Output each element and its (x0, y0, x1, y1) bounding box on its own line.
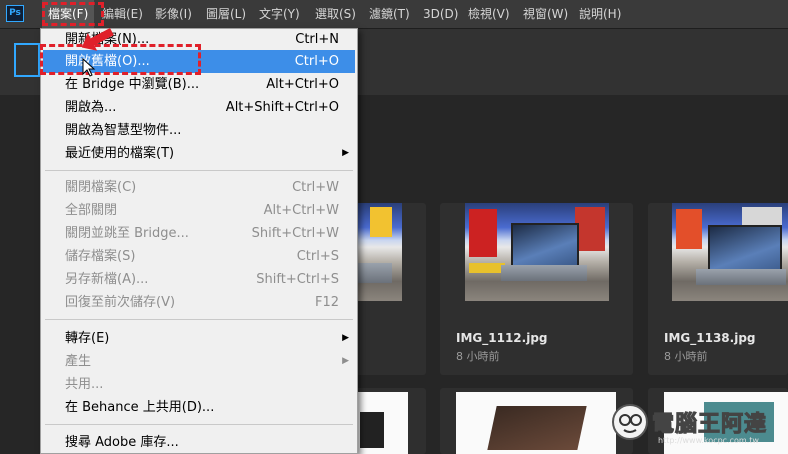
file-thumbnail (465, 203, 609, 301)
menu-item-close-all[interactable]: 全部關閉 Alt+Ctrl+W (43, 199, 355, 222)
menu-item-close-and-go-to-bridge[interactable]: 關閉並跳至 Bridge... Shift+Ctrl+W (43, 222, 355, 245)
file-thumbnail (672, 203, 788, 301)
menu-image[interactable]: 影像(I) (149, 0, 198, 28)
menu-item-share-on-behance[interactable]: 在 Behance 上共用(D)... (43, 396, 355, 419)
menu-item-share[interactable]: 共用... (43, 373, 355, 396)
menu-select[interactable]: 選取(S) (309, 0, 362, 28)
recent-file-card[interactable] (440, 388, 633, 454)
file-name: IMG_1112.jpg (456, 331, 548, 345)
menu-item-revert[interactable]: 回復至前次儲存(V) F12 (43, 291, 355, 314)
mouse-cursor-icon (82, 58, 96, 77)
menu-3d[interactable]: 3D(D) (417, 0, 464, 28)
menu-item-generate[interactable]: 產生 ▶ (43, 350, 355, 373)
mascot-face-icon (612, 404, 648, 440)
menu-layer[interactable]: 圖層(L) (200, 0, 252, 28)
menu-item-export[interactable]: 轉存(E) ▶ (43, 327, 355, 350)
home-ps-icon (14, 43, 40, 77)
menu-help[interactable]: 說明(H) (573, 0, 627, 28)
watermark-logo: 電腦王阿達 http://www.kocpc.com.tw (612, 400, 784, 450)
annotation-box-file-menu (42, 2, 104, 26)
menu-separator (45, 170, 353, 171)
menu-item-search-adobe-stock[interactable]: 搜尋 Adobe 庫存... (43, 431, 355, 454)
menu-item-open-as-smart-object[interactable]: 開啟為智慧型物件... (43, 119, 355, 142)
recent-file-card[interactable]: IMG_1112.jpg 8 小時前 (440, 203, 633, 375)
file-thumbnail (456, 392, 616, 454)
file-time: 8 小時前 (456, 350, 500, 363)
menu-item-save-as[interactable]: 另存新檔(A)... Shift+Ctrl+S (43, 268, 355, 291)
file-time: 8 小時前 (664, 350, 708, 363)
photoshop-logo-icon: Ps (6, 5, 24, 22)
menu-item-recent-files[interactable]: 最近使用的檔案(T) ▶ (43, 142, 355, 165)
file-menu-dropdown: 開新檔案(N)... Ctrl+N 開啟舊檔(O)... Ctrl+O 在 Brid… (40, 28, 358, 454)
menu-window[interactable]: 視窗(W) (517, 0, 574, 28)
file-name: IMG_1138.jpg (664, 331, 756, 345)
menu-item-save[interactable]: 儲存檔案(S) Ctrl+S (43, 245, 355, 268)
menu-item-open-as[interactable]: 開啟為... Alt+Shift+Ctrl+O (43, 96, 355, 119)
watermark-url: http://www.kocpc.com.tw (658, 436, 759, 445)
annotation-arrow-icon (81, 28, 114, 51)
menu-separator (45, 319, 353, 320)
menu-bar: Ps 檔案(F) 編輯(E) 影像(I) 圖層(L) 文字(Y) 選取(S) 濾… (0, 0, 788, 29)
submenu-arrow-icon: ▶ (342, 148, 349, 158)
menu-item-close[interactable]: 關閉檔案(C) Ctrl+W (43, 176, 355, 199)
submenu-arrow-icon: ▶ (342, 333, 349, 343)
submenu-arrow-icon: ▶ (342, 356, 349, 366)
menu-filter[interactable]: 濾鏡(T) (363, 0, 416, 28)
menu-view[interactable]: 檢視(V) (462, 0, 516, 28)
recent-file-card[interactable]: IMG_1138.jpg 8 小時前 (648, 203, 788, 375)
menu-type[interactable]: 文字(Y) (253, 0, 306, 28)
watermark-text: 電腦王阿達 (651, 412, 768, 438)
menu-separator (45, 424, 353, 425)
annotation-box-open-item (40, 44, 201, 75)
